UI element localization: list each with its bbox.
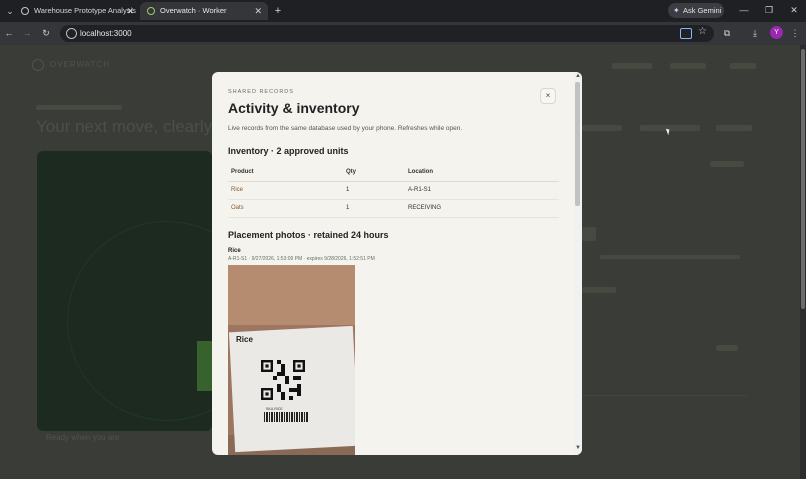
tab-close-icon[interactable]: ✕ [254,2,262,20]
tab-label: Warehouse Prototype Analysis [34,6,136,15]
modal-title: Activity & inventory [228,100,360,116]
tab-strip: ⌄ Warehouse Prototype Analysis ✕ Overwat… [0,0,806,22]
photo-sku-code: SKU-RICE [266,407,283,411]
ask-gemini-button[interactable]: ✦ Ask Gemini [668,3,724,18]
forward-icon[interactable]: → [20,26,34,40]
product-cell[interactable]: Oats [228,199,343,218]
qr-code-icon [261,360,305,400]
column-header-qty: Qty [343,164,405,182]
back-icon[interactable]: ← [2,26,16,40]
page-scrollbar[interactable] [800,45,806,479]
browser-toolbar: ← → ↻ ☆ ⧉ ⤓ Y ⋮ [0,22,806,45]
column-header-product: Product [228,164,343,182]
photo-meta: A-R1-S1 · 9/27/2026, 1:53:09 PM · expire… [228,256,375,262]
product-cell[interactable]: Rice [228,181,343,200]
modal-subtitle: Live records from the same database used… [228,125,463,132]
reload-icon[interactable]: ↻ [39,26,53,40]
photo-product-name: Rice [228,248,241,254]
photos-heading: Placement photos · retained 24 hours [228,230,389,240]
background-bottom-text: Ready when you are [46,433,120,442]
avatar[interactable]: Y [770,26,783,39]
modal-eyebrow: SHARED RECORDS [228,89,294,95]
maximize-icon[interactable]: ❐ [760,3,778,18]
barcode-icon [264,412,308,422]
activity-inventory-modal: SHARED RECORDS Activity & inventory Live… [212,72,582,455]
location-cell: A-R1-S1 [405,181,559,200]
background-brand: OVERWATCH [32,59,110,71]
tab-label: Overwatch · Worker [160,6,227,15]
bookmark-star-icon[interactable]: ☆ [698,26,707,37]
background-hero-title: Your next move, clearly. [36,117,216,136]
modal-scrollbar[interactable]: ▲ ▼ [574,72,582,455]
photo-label-word: Rice [236,335,253,344]
download-icon[interactable]: ⤓ [748,26,762,40]
qty-cell: 1 [343,181,405,200]
address-input[interactable] [80,25,640,42]
menu-dots-icon[interactable]: ⋮ [788,26,802,40]
column-header-location: Location [405,164,559,182]
new-tab-button[interactable]: + [271,3,285,19]
globe-icon [21,7,29,15]
cast-icon[interactable] [680,28,692,39]
table-row: Oats 1 RECEIVING [228,199,559,218]
browser-window: ⌄ Warehouse Prototype Analysis ✕ Overwat… [0,0,806,479]
site-info-icon[interactable] [66,28,77,39]
tab-overwatch-worker[interactable]: Overwatch · Worker ✕ [140,2,268,20]
location-cell: RECEIVING [405,199,559,218]
qty-cell: 1 [343,199,405,218]
scroll-up-icon[interactable]: ▲ [575,73,581,79]
tab-warehouse-prototype[interactable]: Warehouse Prototype Analysis ✕ [14,2,140,20]
modal-close-button[interactable]: × [540,88,556,104]
overwatch-logo-icon [32,59,44,71]
inventory-heading: Inventory · 2 approved units [228,146,349,156]
close-icon[interactable]: ✕ [785,3,803,18]
tab-close-icon[interactable]: ✕ [126,2,134,20]
gemini-label: Ask Gemini [683,6,722,15]
background-map [582,395,747,479]
overwatch-favicon-icon [147,7,155,15]
placement-photo[interactable]: Rice SKU-RICE [228,265,355,455]
extensions-icon[interactable]: ⧉ [720,26,734,40]
scroll-down-icon[interactable]: ▼ [575,445,581,451]
background-panel [37,151,267,431]
address-bar[interactable]: ☆ [60,25,714,42]
minimize-icon[interactable]: — [735,3,753,18]
table-row: Rice 1 A-R1-S1 [228,181,559,200]
inventory-table: Product Qty Location Rice 1 A-R1-S1 Oats… [228,164,559,218]
gemini-spark-icon: ✦ [673,6,680,15]
